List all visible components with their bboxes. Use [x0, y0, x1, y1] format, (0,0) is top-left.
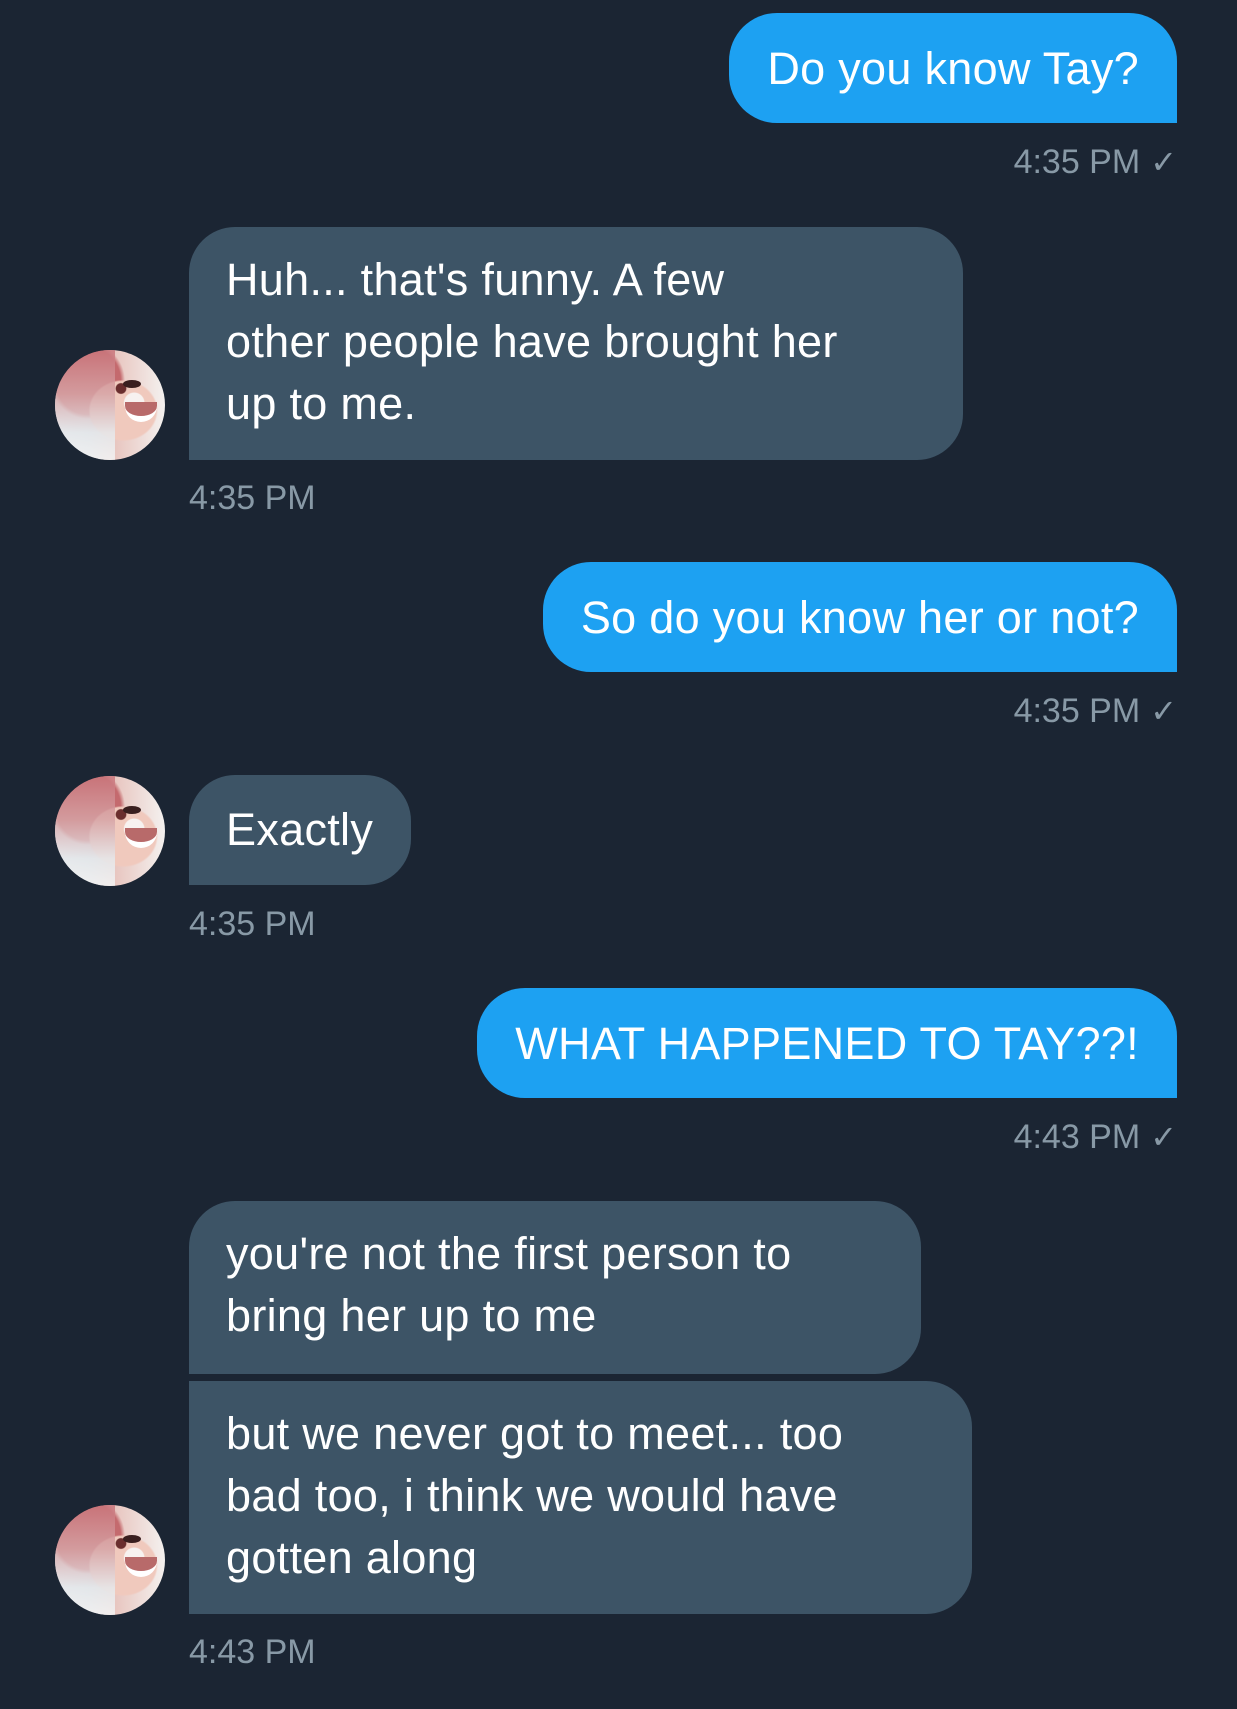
sent-message-bubble[interactable]: WHAT HAPPENED TO TAY??!	[477, 988, 1177, 1098]
sent-message-bubble[interactable]: Do you know Tay?	[729, 13, 1177, 123]
sent-message-bubble[interactable]: So do you know her or not?	[542, 562, 1177, 672]
timestamp-text: 4:35 PM	[1013, 692, 1141, 730]
message-timestamp: 4:43 PM ✓	[1014, 1117, 1177, 1157]
received-message-bubble[interactable]: you're not the first person to bring her…	[189, 1201, 921, 1374]
timestamp-text: 4:43 PM	[1013, 1118, 1141, 1156]
checkmark-icon: ✓	[1150, 1119, 1177, 1155]
timestamp-text: 4:35 PM	[1013, 143, 1141, 181]
message-timestamp: 4:35 PM	[189, 479, 316, 517]
contact-avatar-icon[interactable]	[55, 776, 165, 886]
message-timestamp: 4:35 PM	[189, 905, 316, 943]
checkmark-icon: ✓	[1150, 144, 1177, 180]
message-timestamp: 4:35 PM ✓	[1014, 142, 1177, 182]
message-timestamp: 4:35 PM ✓	[1014, 691, 1177, 731]
message-timestamp: 4:43 PM	[189, 1633, 316, 1671]
checkmark-icon: ✓	[1150, 693, 1177, 729]
received-message-bubble[interactable]: Huh... that's funny. A few other people …	[189, 227, 963, 460]
conversation-thread[interactable]: Do you know Tay? 4:35 PM ✓ Huh... that's …	[0, 0, 1237, 1709]
contact-avatar-icon[interactable]	[55, 350, 165, 460]
contact-avatar-icon[interactable]	[55, 1505, 165, 1615]
received-message-bubble[interactable]: Exactly	[189, 775, 412, 885]
received-message-bubble[interactable]: but we never got to meet... too bad too,…	[189, 1381, 972, 1614]
